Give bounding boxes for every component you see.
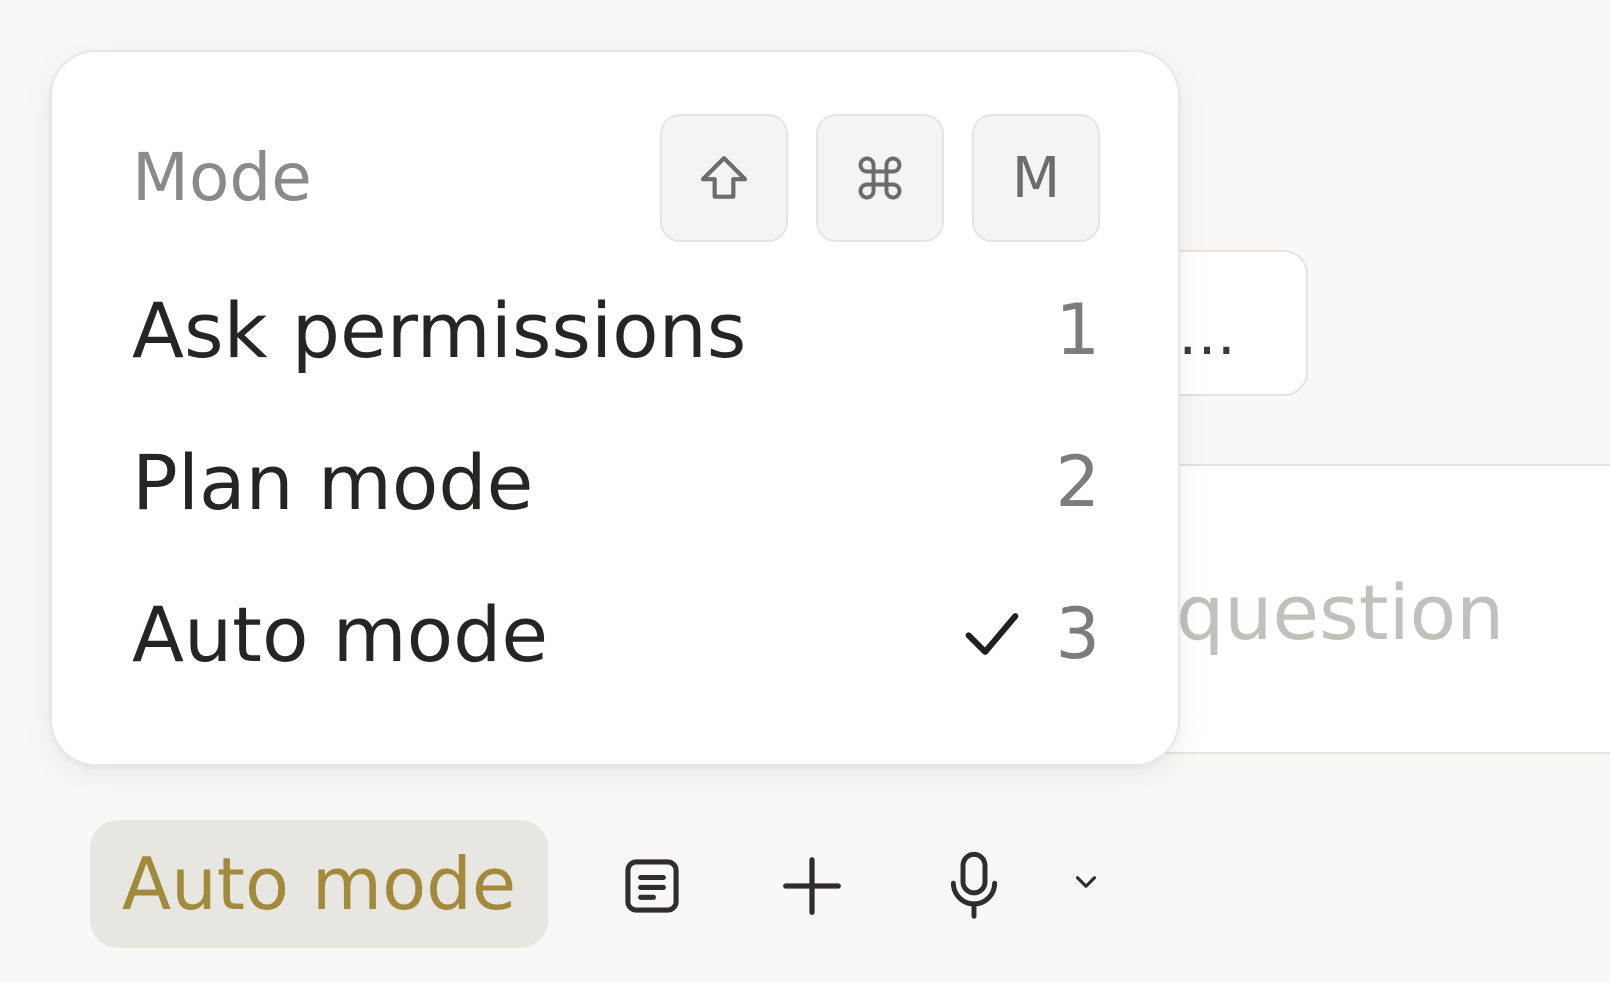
- mode-menu: Mode M Ask permissions 1 Plan mode 2 Aut…: [50, 50, 1180, 766]
- menu-item-label: Auto mode: [132, 589, 549, 679]
- app-canvas: … question Mode M Ask permissions 1 Plan…: [0, 0, 1610, 982]
- checkmark-icon: [959, 601, 1025, 667]
- microphone-icon[interactable]: [934, 842, 1014, 930]
- command-icon: [854, 152, 906, 204]
- mode-selector-label: Auto mode: [121, 842, 517, 926]
- menu-item-label: Plan mode: [132, 437, 534, 527]
- menu-item-ask-permissions[interactable]: Ask permissions 1: [132, 280, 1100, 380]
- mode-menu-title: Mode: [132, 139, 312, 216]
- shift-icon: [696, 150, 752, 206]
- menu-item-label: Ask permissions: [132, 285, 747, 375]
- menu-item-shortcut: 1: [1055, 289, 1100, 371]
- notes-icon[interactable]: [612, 846, 692, 926]
- suggestion-chip-text: …: [1178, 300, 1238, 368]
- menu-item-auto-mode[interactable]: Auto mode 3: [132, 584, 1100, 684]
- command-key: [816, 114, 944, 242]
- plus-icon[interactable]: [772, 846, 852, 926]
- menu-item-shortcut: 2: [1055, 441, 1100, 523]
- prompt-input-placeholder: question: [1176, 568, 1505, 657]
- shift-key: [660, 114, 788, 242]
- menu-item-plan-mode[interactable]: Plan mode 2: [132, 432, 1100, 532]
- mode-selector-button[interactable]: Auto mode: [90, 820, 548, 948]
- menu-item-shortcut: 3: [1055, 593, 1100, 675]
- chevron-down-icon[interactable]: [1066, 862, 1106, 902]
- mode-shortcut-keys: M: [660, 114, 1100, 242]
- mode-menu-header: Mode M: [132, 114, 1100, 242]
- m-key: M: [972, 114, 1100, 242]
